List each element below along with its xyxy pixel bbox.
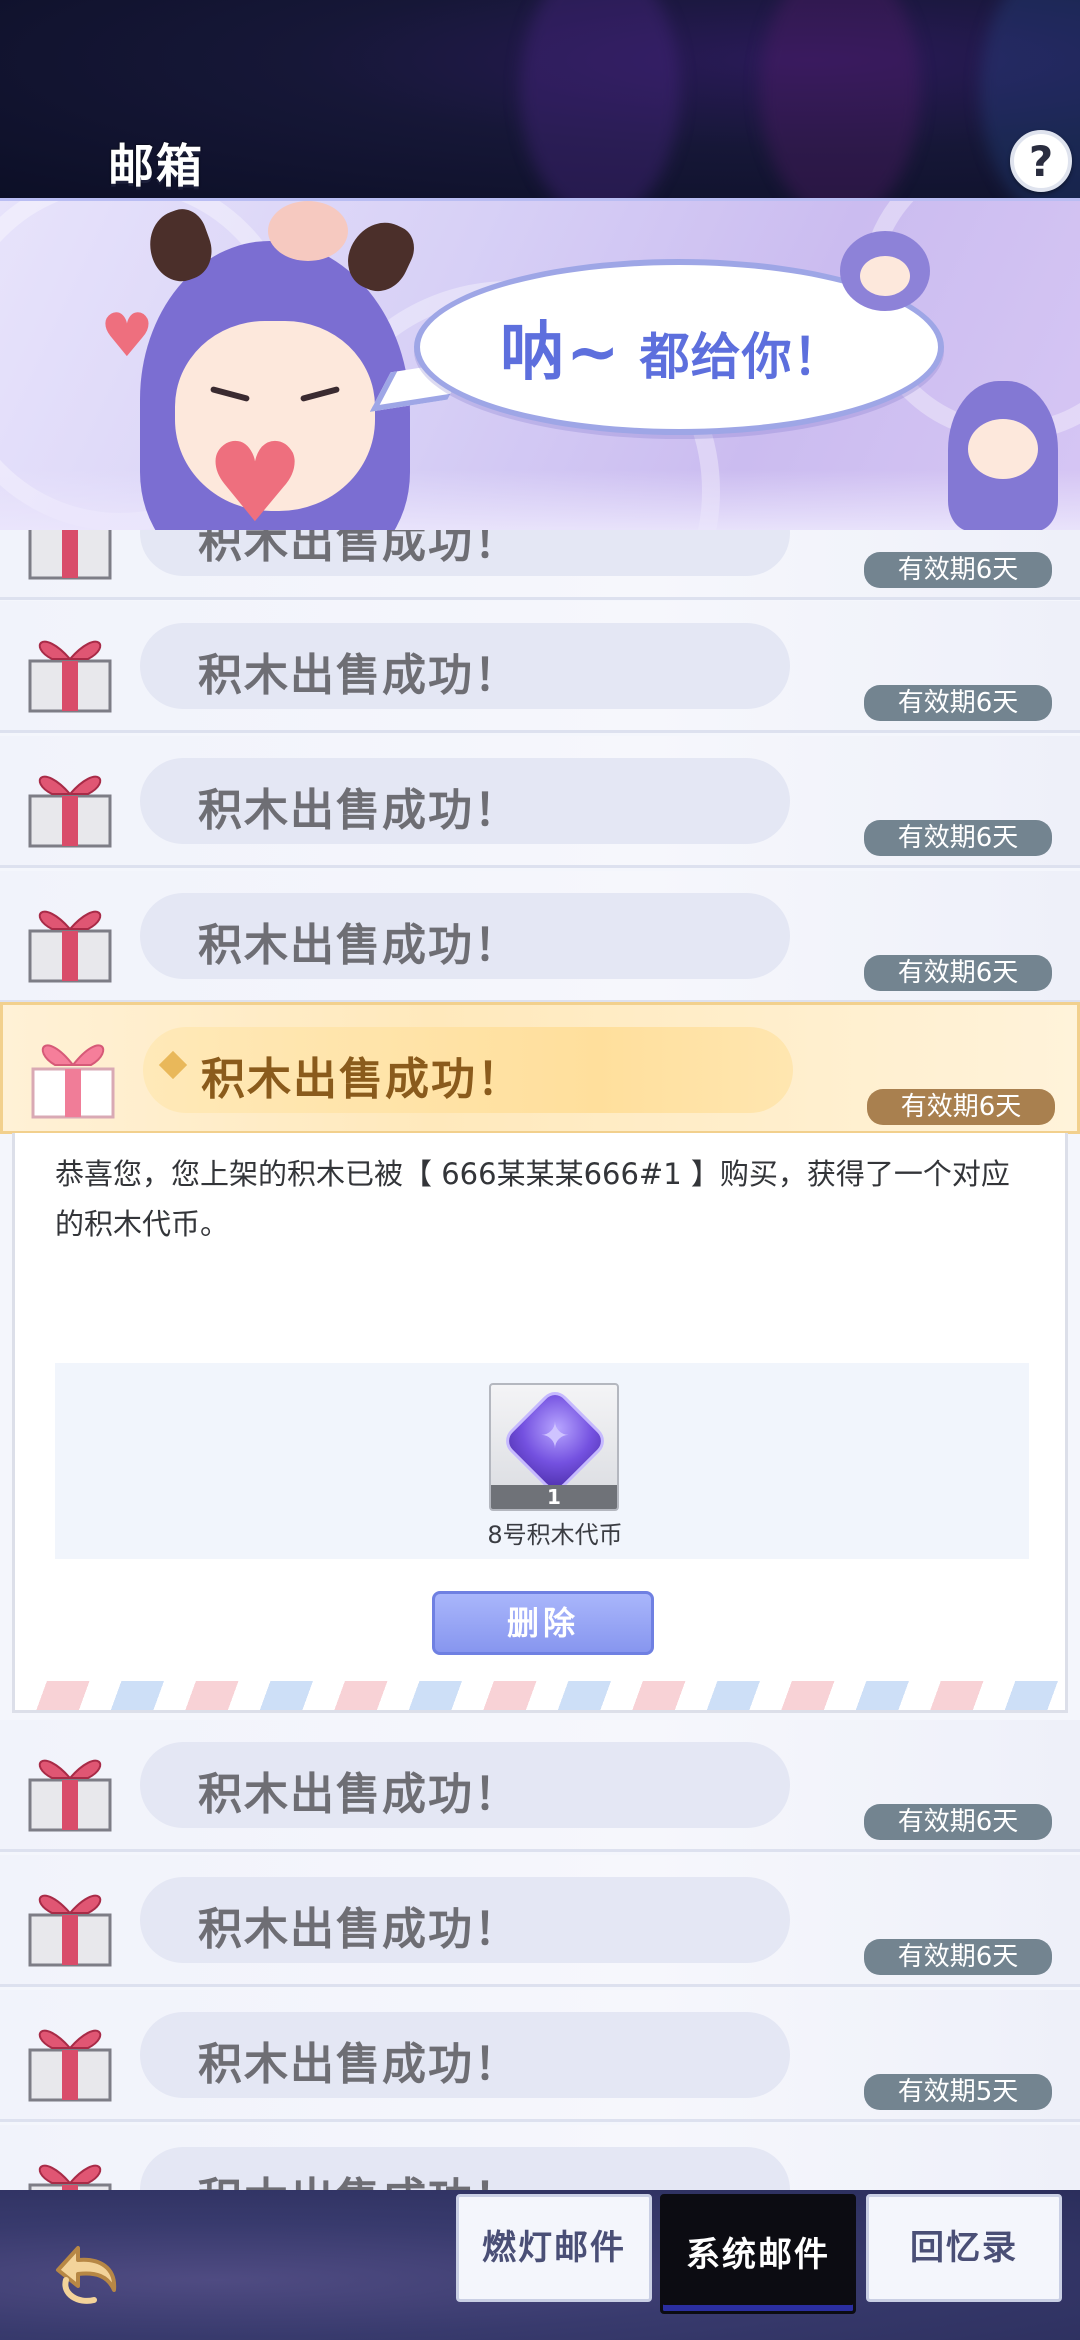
pig-icon: [268, 201, 348, 261]
top-bar: 邮箱 ?: [0, 0, 1080, 200]
expiry-badge: 有效期6天: [864, 820, 1052, 856]
gift-icon: [28, 640, 112, 713]
gift-icon: [28, 2029, 112, 2102]
mail-item[interactable]: 积木出售成功！ 有效期6天: [0, 1720, 1080, 1852]
mail-item-selected[interactable]: 积木出售成功！ 有效期6天: [0, 1002, 1080, 1134]
expiry-badge: 有效期5天: [864, 2074, 1052, 2110]
tab-randeng-mail[interactable]: 燃灯邮件: [456, 2194, 652, 2302]
mail-body-text: 恭喜您，您上架的积木已被【 666某某某666#1 】购买，获得了一个对应的积木…: [55, 1157, 1010, 1241]
gift-icon: [28, 1759, 112, 1832]
mail-item[interactable]: 积木出售成功！ 有效期6天: [0, 1855, 1080, 1987]
mail-detail-panel: 恭喜您，您上架的积木已被【 666某某某666#1 】购买，获得了一个对应的积木…: [12, 1133, 1068, 1713]
background-glow: [520, 0, 680, 200]
star-icon: ✦: [539, 1416, 571, 1457]
mail-subject: 积木出售成功！: [198, 920, 520, 971]
bottom-bar: 燃灯邮件 系统邮件 回忆录: [0, 2190, 1080, 2340]
expiry-badge: 有效期6天: [864, 685, 1052, 721]
mail-subject: 积木出售成功！: [198, 2163, 520, 2190]
speech-big: 呐~: [500, 316, 622, 390]
gift-icon: [28, 2164, 112, 2190]
speech-small: 都给你！: [639, 328, 844, 386]
mail-subject: 积木出售成功！: [198, 650, 520, 701]
heart-icon: ♥: [205, 419, 305, 530]
expiry-badge: 有效期6天: [864, 1804, 1052, 1840]
mail-subject: 积木出售成功！: [198, 1904, 520, 1955]
delete-button[interactable]: 删除: [432, 1591, 654, 1655]
mini-character-face: [968, 419, 1038, 479]
airmail-border: [15, 1681, 1065, 1710]
gift-icon: [28, 1894, 112, 1967]
attachment-area: ✦ 1 8号积木代币: [55, 1363, 1029, 1559]
help-button[interactable]: ?: [1010, 130, 1072, 192]
mail-item[interactable]: 积木出售成功！ 有效期5天: [0, 1990, 1080, 2122]
tab-memories[interactable]: 回忆录: [866, 2194, 1062, 2302]
mail-item[interactable]: 积木出售成功！ 有效期6天: [0, 871, 1080, 1003]
expiry-badge: 有效期6天: [867, 1089, 1055, 1125]
mail-item[interactable]: 积木出售成功！ 有效期6天: [0, 601, 1080, 733]
mail-item[interactable]: 积木出售成功！: [0, 2125, 1080, 2190]
mail-subject: 积木出售成功！: [198, 530, 520, 568]
tab-system-mail[interactable]: 系统邮件: [660, 2194, 856, 2314]
mail-subject: 积木出售成功！: [198, 2039, 520, 2090]
background-glow: [760, 0, 920, 200]
gift-open-icon: [31, 1044, 115, 1119]
mail-item[interactable]: 积木出售成功！ 有效期6天: [0, 530, 1080, 600]
mail-item[interactable]: 积木出售成功！ 有效期6天: [0, 736, 1080, 868]
mail-subject: 积木出售成功！: [198, 1769, 520, 1820]
item-count: 1: [491, 1485, 617, 1509]
expiry-badge: 有效期6天: [864, 955, 1052, 991]
mini-character-face: [860, 256, 910, 296]
gift-icon: [28, 775, 112, 848]
back-arrow-icon[interactable]: [38, 2220, 132, 2314]
expiry-badge: 有效期6天: [864, 1939, 1052, 1975]
mail-banner: ♥ ♥ 呐~ 都给你！: [0, 198, 1080, 530]
mail-subject: 积木出售成功！: [198, 785, 520, 836]
expiry-badge: 有效期6天: [864, 552, 1052, 588]
item-name: 8号积木代币: [487, 1521, 623, 1549]
attachment-item[interactable]: ✦ 1: [489, 1383, 619, 1511]
gift-icon: [28, 910, 112, 983]
page-title: 邮箱: [108, 139, 204, 193]
gift-icon: [28, 530, 112, 580]
speech-text: 呐~ 都给你！: [500, 301, 920, 393]
mail-subject: 积木出售成功！: [201, 1054, 523, 1105]
